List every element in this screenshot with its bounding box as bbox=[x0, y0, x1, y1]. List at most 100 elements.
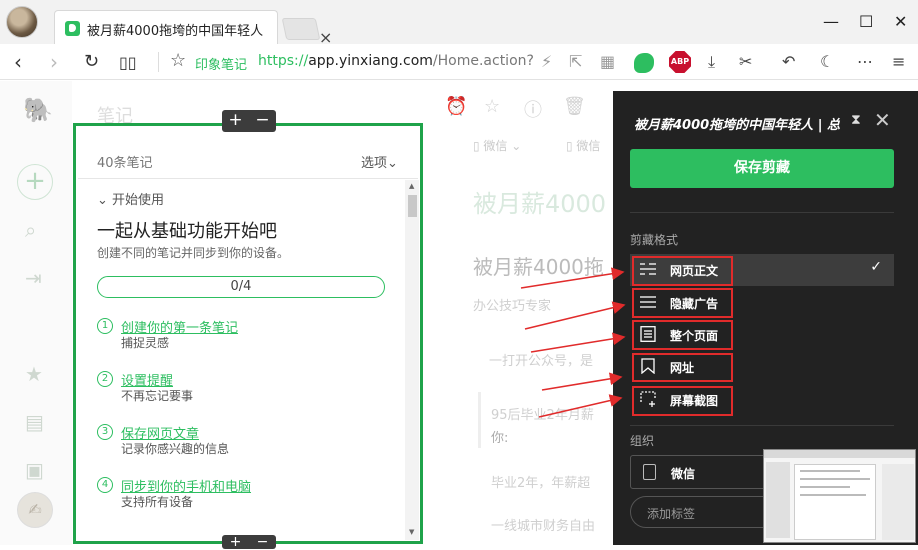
new-tab-button[interactable] bbox=[281, 18, 321, 40]
user-avatar[interactable] bbox=[6, 6, 38, 38]
zoom-control-top[interactable]: + − bbox=[222, 110, 276, 132]
search-icon[interactable]: ⌕ bbox=[25, 218, 36, 242]
notes-scrollbar[interactable] bbox=[405, 180, 419, 540]
minimize-button[interactable]: — bbox=[823, 12, 839, 31]
tag-placeholder: 添加标签 bbox=[647, 507, 696, 521]
getting-started-subtitle: 创建不同的笔记并同步到你的设备。 bbox=[97, 246, 290, 260]
notebook-meta-label: 微信 bbox=[483, 139, 508, 153]
note-title: 被月薪4000 bbox=[473, 190, 607, 218]
zoom-control-bottom[interactable]: + − bbox=[222, 535, 276, 549]
clip-title[interactable]: 被月薪4000拖垮的中国年轻人 | 总 bbox=[634, 114, 848, 133]
notebook-name: 微信 bbox=[671, 467, 696, 481]
new-note-icon[interactable]: + bbox=[17, 164, 53, 200]
url-protocol: https:// bbox=[258, 53, 309, 69]
work-chat-icon[interactable]: ⇥ bbox=[25, 266, 42, 290]
chevron-down-icon: ⌄ bbox=[387, 156, 398, 171]
address-separator bbox=[158, 52, 159, 72]
note-quote-line: 95后毕业2年月薪 bbox=[491, 408, 594, 423]
note-author: 办公技巧专家 bbox=[473, 299, 552, 314]
tab-active[interactable]: 被月薪4000拖垮的中国年轻人 × bbox=[54, 10, 332, 47]
trash-icon[interactable]: 🗑 bbox=[563, 96, 586, 117]
bookmark-star-icon[interactable]: ☆ bbox=[170, 50, 186, 71]
step-number: 1 bbox=[97, 318, 113, 334]
organize-label: 组织 bbox=[630, 434, 655, 448]
grid-icon[interactable]: ▦ bbox=[600, 52, 615, 71]
info-icon[interactable]: ⓘ bbox=[524, 96, 542, 122]
back-icon[interactable]: ‹ bbox=[14, 50, 22, 74]
hourglass-icon[interactable]: ⧗ bbox=[851, 112, 861, 128]
getting-started-title: 一起从基础功能开始吧 bbox=[97, 221, 277, 242]
zoom-out-icon[interactable]: − bbox=[257, 535, 269, 549]
evernote-logo-icon[interactable]: 🐘 bbox=[23, 96, 53, 124]
refresh-icon[interactable]: ↻ bbox=[84, 51, 99, 72]
night-mode-icon[interactable]: ☾ bbox=[820, 52, 834, 71]
account-avatar[interactable]: ✍ bbox=[17, 492, 53, 528]
thumbnail-line bbox=[800, 494, 866, 496]
progress-text: 0/4 bbox=[230, 279, 252, 294]
url-path: /Home.action? bbox=[432, 53, 534, 69]
getting-started-toggle[interactable]: ⌄ 开始使用 bbox=[97, 189, 164, 208]
tag-meta-label: 微信 bbox=[576, 139, 601, 153]
reminder-icon[interactable]: ⏰ bbox=[445, 96, 467, 117]
options-label: 选项 bbox=[361, 156, 388, 171]
thumbnail-line bbox=[800, 478, 870, 480]
forward-icon[interactable]: › bbox=[50, 50, 58, 74]
notebooks-icon[interactable]: ▣ bbox=[25, 458, 44, 482]
clipper-divider bbox=[630, 425, 894, 426]
notes-divider bbox=[78, 178, 418, 179]
zoom-in-icon[interactable]: + bbox=[228, 110, 242, 132]
thumbnail-sidebar bbox=[766, 462, 790, 538]
tag-meta[interactable]: ▯ 微信 bbox=[566, 137, 600, 154]
scroll-up-icon[interactable]: ▲ bbox=[409, 182, 414, 190]
note-quote-line: 你: bbox=[491, 431, 509, 446]
step-description: 支持所有设备 bbox=[121, 495, 194, 509]
reader-icon[interactable]: ▯▯ bbox=[119, 53, 137, 72]
clip-format-label: 剪藏格式 bbox=[630, 233, 679, 247]
zoom-out-icon[interactable]: − bbox=[255, 110, 269, 132]
lightning-icon[interactable]: ⚡ bbox=[541, 52, 552, 71]
more-icon[interactable]: ⋯ bbox=[857, 52, 873, 71]
step-description: 记录你感兴趣的信息 bbox=[121, 442, 230, 456]
thumbnail-toolbar bbox=[764, 450, 915, 458]
zoom-in-icon[interactable]: + bbox=[230, 535, 242, 549]
menu-icon[interactable]: ≡ bbox=[892, 52, 905, 71]
close-icon[interactable]: ✕ bbox=[874, 108, 891, 132]
share-icon[interactable]: ⇱ bbox=[569, 52, 582, 71]
getting-started-label: 开始使用 bbox=[112, 193, 165, 208]
thumbnail-line bbox=[800, 486, 850, 488]
highlight-box bbox=[632, 320, 733, 350]
address-bar: ‹ › ↻ ▯▯ ☆ 印象笔记 https://app.yinxiang.com… bbox=[0, 44, 918, 80]
step-number: 3 bbox=[97, 424, 113, 440]
evernote-extension-icon[interactable] bbox=[634, 53, 654, 73]
note-paragraph: 一打开公众号，是 bbox=[489, 354, 594, 369]
undo-icon[interactable]: ↶ bbox=[782, 52, 795, 71]
notebook-meta[interactable]: ▯ 微信 ⌄ bbox=[473, 137, 521, 154]
highlight-box bbox=[632, 256, 733, 286]
chevron-down-icon: ⌄ bbox=[97, 193, 108, 208]
download-icon[interactable]: ⤓ bbox=[708, 52, 715, 72]
favorite-star-icon[interactable]: ☆ bbox=[484, 96, 500, 117]
notebook-icon bbox=[643, 464, 656, 480]
thumbnail-line bbox=[800, 470, 860, 472]
tab-title: 被月薪4000拖垮的中国年轻人 bbox=[87, 24, 264, 39]
highlight-box bbox=[632, 353, 733, 382]
arrow bbox=[541, 372, 623, 391]
maximize-button[interactable]: ☐ bbox=[859, 12, 873, 31]
options-dropdown[interactable]: 选项⌄ bbox=[361, 152, 398, 171]
url-field[interactable]: https://app.yinxiang.com/Home.action? bbox=[258, 53, 534, 69]
close-window-button[interactable]: ✕ bbox=[894, 12, 907, 31]
screenshot-thumbnail[interactable] bbox=[763, 449, 916, 543]
shortcuts-star-icon[interactable]: ★ bbox=[25, 362, 43, 386]
tab-bar: 被月薪4000拖垮的中国年轻人 × — ☐ ✕ bbox=[0, 0, 918, 47]
scrollbar-thumb[interactable] bbox=[408, 195, 417, 217]
clipper-divider bbox=[630, 212, 894, 213]
notebook-select[interactable]: 微信 bbox=[630, 455, 770, 489]
scissors-icon[interactable]: ✂ bbox=[739, 52, 752, 71]
scroll-down-icon[interactable]: ▼ bbox=[409, 528, 414, 536]
step-number: 4 bbox=[97, 477, 113, 493]
note-paragraph: 毕业2年，年薪超 bbox=[491, 476, 591, 491]
notes-icon[interactable]: ▤ bbox=[25, 410, 44, 434]
save-clip-button[interactable]: 保存剪藏 bbox=[630, 149, 894, 188]
highlight-box bbox=[632, 386, 733, 416]
thumbnail-document bbox=[794, 464, 876, 540]
